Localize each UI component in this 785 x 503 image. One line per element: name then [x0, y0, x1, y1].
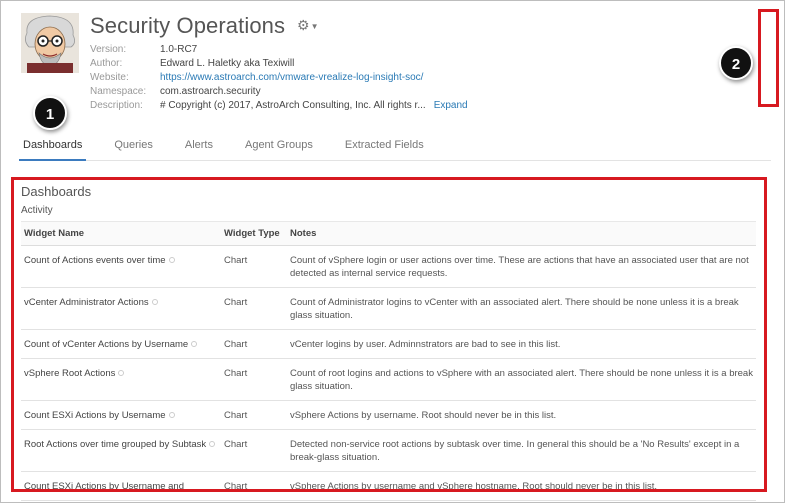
tab-extracted-fields[interactable]: Extracted Fields: [341, 137, 428, 161]
tab-bar: Dashboards Queries Alerts Agent Groups E…: [19, 137, 771, 161]
tab-agent-groups[interactable]: Agent Groups: [241, 137, 317, 161]
tab-dashboards[interactable]: Dashboards: [19, 137, 87, 161]
meta-author: Author: Edward L. Haletky aka Texiwill: [90, 57, 468, 71]
tab-alerts[interactable]: Alerts: [181, 137, 217, 161]
highlight-box-dashboards: [11, 177, 767, 492]
expand-link[interactable]: Expand: [434, 99, 468, 113]
chevron-down-icon: ▼: [310, 21, 319, 31]
highlight-box-scroll: [758, 9, 779, 107]
meta-label: Description:: [90, 100, 143, 111]
meta-value: Edward L. Haletky aka Texiwill: [160, 58, 295, 69]
meta-value: 1.0-RC7: [160, 44, 198, 55]
meta-value: # Copyright (c) 2017, AstroArch Consulti…: [160, 100, 426, 111]
app-window: Security Operations ⚙▼ Version: 1.0-RC7 …: [0, 0, 785, 503]
settings-gear-icon[interactable]: ⚙▼: [297, 17, 318, 34]
step-badge-1: 1: [33, 96, 67, 130]
meta-version: Version: 1.0-RC7: [90, 43, 468, 57]
meta-value: com.astroarch.security: [160, 86, 261, 97]
page-title: Security Operations: [90, 13, 286, 38]
meta-label: Namespace:: [90, 86, 147, 97]
content-pack-avatar: [21, 13, 79, 73]
meta-description: Description: # Copyright (c) 2017, Astro…: [90, 99, 468, 113]
tab-queries[interactable]: Queries: [110, 137, 157, 161]
meta-namespace: Namespace: com.astroarch.security: [90, 85, 468, 99]
meta-label: Version:: [90, 44, 127, 55]
step-badge-2: 2: [719, 46, 753, 80]
meta-label: Website:: [90, 72, 129, 83]
meta-website: Website: https://www.astroarch.com/vmwar…: [90, 71, 468, 85]
website-link[interactable]: https://www.astroarch.com/vmware-vrealiz…: [160, 71, 423, 85]
content-pack-metadata: Version: 1.0-RC7 Author: Edward L. Halet…: [90, 43, 468, 113]
meta-label: Author:: [90, 58, 123, 69]
